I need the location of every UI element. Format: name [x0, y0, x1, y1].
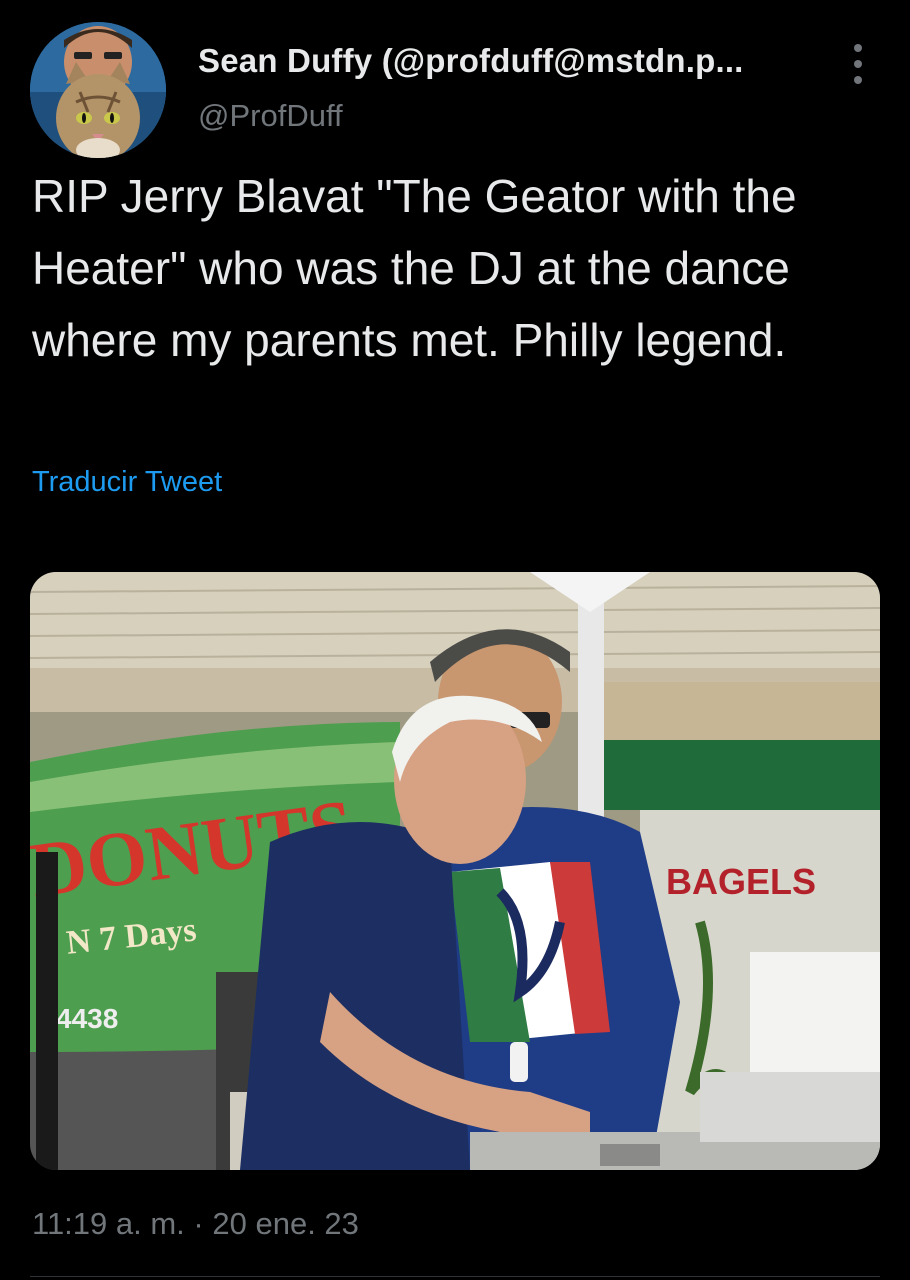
more-vertical-icon[interactable]	[846, 42, 870, 86]
display-name[interactable]: Sean Duffy (@profduff@mstdn.p...	[198, 42, 744, 80]
tweet-text: RIP Jerry Blavat "The Geator with the He…	[32, 170, 797, 366]
phone-sign-text: 4438	[56, 1003, 118, 1034]
bagels-sign-text: BAGELS	[666, 861, 816, 902]
more-dot	[854, 76, 862, 84]
tweet-photo[interactable]: BAGELS DONUTS N 7 Days 4438	[30, 572, 880, 1170]
avatar[interactable]	[30, 22, 166, 158]
photo-scene: BAGELS DONUTS N 7 Days 4438	[30, 572, 880, 1170]
avatar-image	[30, 22, 166, 158]
translate-tweet-link[interactable]: Traducir Tweet	[32, 466, 222, 499]
tweet-timestamp[interactable]: 11:19 a. m. · 20 ene. 23	[32, 1206, 359, 1242]
handle[interactable]: @ProfDuff	[198, 98, 343, 134]
tweet-detail: Sean Duffy (@profduff@mstdn.p... @ProfDu…	[0, 0, 910, 1280]
divider	[30, 1276, 880, 1277]
tweet-date: 20 ene. 23	[212, 1206, 359, 1241]
tweet-time: 11:19 a. m.	[32, 1206, 185, 1241]
more-dot	[854, 60, 862, 68]
meta-separator: ·	[193, 1206, 204, 1241]
more-dot	[854, 44, 862, 52]
